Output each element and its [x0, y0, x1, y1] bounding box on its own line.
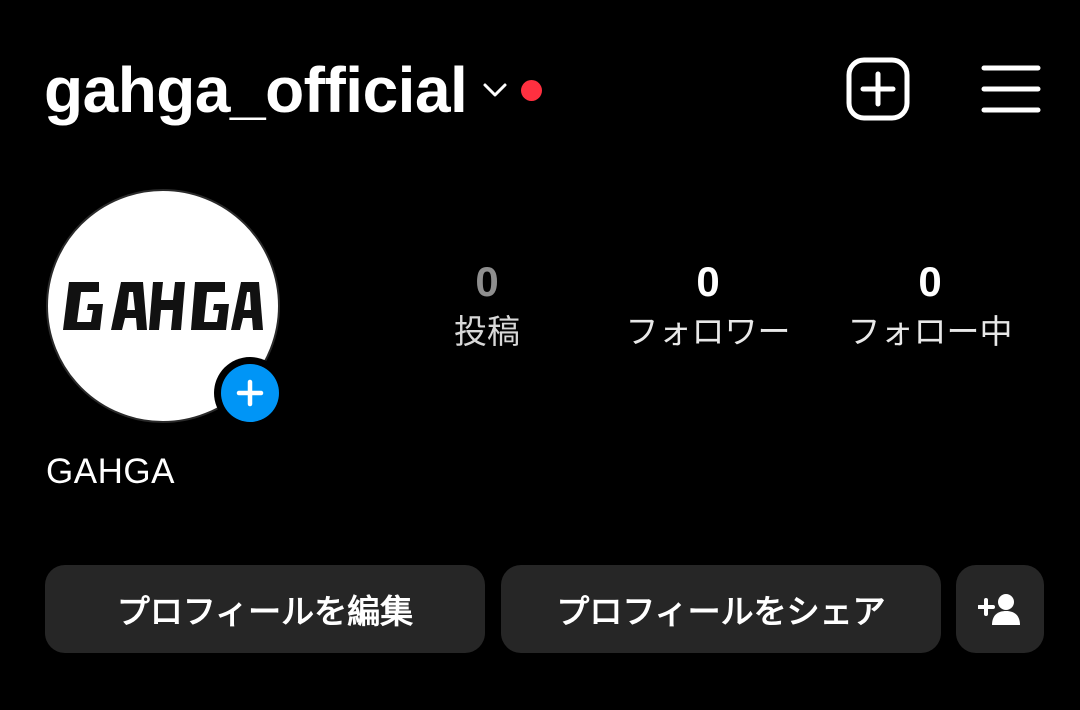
profile-screen: gahga_official 0 投稿 0 フォロワー 0 フォロー中 GAHG…	[0, 0, 1080, 710]
hamburger-menu-icon	[981, 65, 1041, 113]
posts-label: 投稿	[454, 312, 520, 351]
edit-profile-button[interactable]: プロフィールを編集	[45, 565, 485, 653]
add-story-button[interactable]	[214, 357, 286, 429]
plus-icon	[236, 379, 264, 407]
create-button[interactable]	[845, 56, 911, 122]
account-switcher[interactable]: gahga_official	[44, 52, 543, 128]
discover-people-button[interactable]	[956, 565, 1044, 653]
add-person-icon	[978, 594, 1020, 625]
followers-label: フォロワー	[625, 312, 791, 351]
following-label: フォロー中	[847, 312, 1013, 351]
chevron-down-icon	[481, 76, 509, 104]
followers-count: 0	[696, 258, 720, 305]
username: gahga_official	[44, 54, 468, 126]
share-profile-button[interactable]: プロフィールをシェア	[501, 565, 941, 653]
menu-button[interactable]	[978, 56, 1044, 122]
plus-square-icon	[846, 57, 910, 121]
following-count: 0	[918, 258, 942, 305]
followers-stat[interactable]: 0 フォロワー	[598, 256, 818, 356]
display-name: GAHGA	[46, 452, 175, 491]
following-stat[interactable]: 0 フォロー中	[820, 256, 1040, 356]
gahga-logo	[63, 282, 263, 330]
notification-dot	[521, 79, 543, 101]
avatar-add-badge	[221, 364, 279, 422]
posts-count: 0	[475, 258, 499, 305]
posts-stat[interactable]: 0 投稿	[377, 256, 597, 356]
